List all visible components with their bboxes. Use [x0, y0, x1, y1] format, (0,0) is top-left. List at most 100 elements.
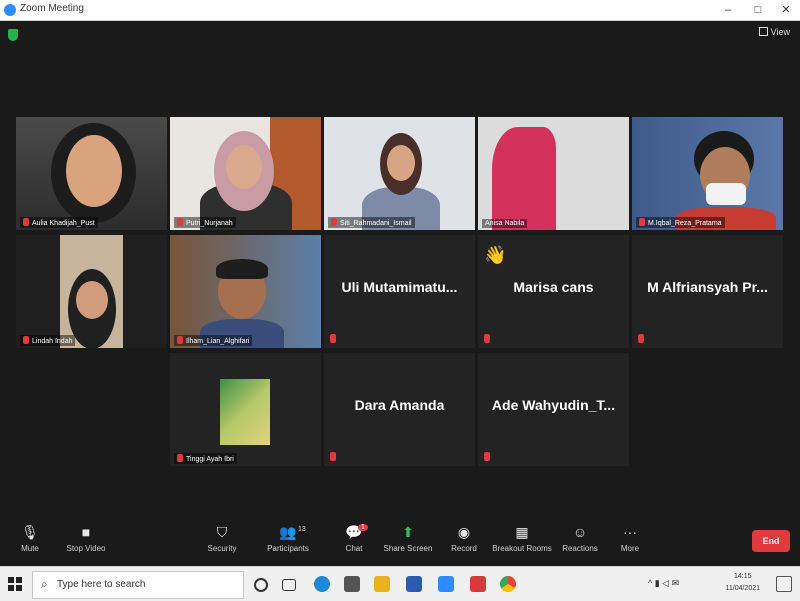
search-placeholder: Type here to search — [57, 579, 146, 590]
security-label: Security — [207, 544, 237, 553]
participant-name-label: Putri_Nurjanah — [174, 217, 236, 228]
chat-button[interactable]: 💬 Chat 1 — [324, 524, 384, 553]
profile-picture — [220, 379, 270, 445]
mic-muted-icon — [638, 334, 644, 343]
participant-name: M.Iqbal_Reza_Pratama — [648, 220, 722, 227]
stop-video-button[interactable]: ■ Stop Video — [56, 524, 116, 553]
microphone-icon: 🎙 — [21, 524, 39, 540]
participant-name: M Alfriansyah Pr... — [647, 279, 768, 295]
video-camera-icon: ■ — [81, 524, 91, 540]
file-explorer-icon[interactable] — [374, 576, 390, 592]
mic-muted-icon — [484, 452, 490, 461]
chat-unread-badge: 1 — [358, 524, 368, 531]
breakout-rooms-button[interactable]: ▦ Breakout Rooms — [492, 524, 552, 553]
participants-button[interactable]: 👥 Participants 13 — [258, 524, 318, 553]
mail-icon[interactable] — [344, 576, 360, 592]
taskbar-search-input[interactable]: ⌕ Type here to search — [32, 571, 244, 599]
end-meeting-button[interactable]: End — [752, 530, 790, 552]
task-view-icon[interactable] — [282, 579, 296, 591]
more-button[interactable]: ··· More — [600, 524, 660, 553]
participant-name: Dara Amanda — [354, 397, 445, 413]
participant-name: Ade Wahyudin_T... — [491, 397, 616, 413]
participant-name: Putri_Nurjanah — [186, 220, 233, 227]
grid-view-icon — [758, 27, 768, 36]
participant-name-label: Lindah Indah — [20, 335, 76, 346]
participant-tile[interactable]: Aulia Khadijah_Pust — [16, 117, 167, 230]
clock-time: 14:15 — [733, 573, 752, 580]
participant-name: Siti_Rahmadani_Ismail — [340, 220, 412, 227]
stop-video-label: Stop Video — [66, 544, 106, 553]
face-shape — [387, 145, 415, 181]
word-icon[interactable] — [406, 576, 422, 592]
mic-muted-icon — [484, 334, 490, 343]
participant-name: Ilham_Lian_Alghifari — [186, 338, 250, 345]
mic-muted-icon — [23, 218, 29, 226]
cortana-icon[interactable] — [254, 578, 268, 592]
participant-tile[interactable]: M Alfriansyah Pr... — [632, 235, 783, 348]
breakout-rooms-icon: ▦ — [515, 524, 529, 540]
encryption-shield-icon[interactable] — [8, 29, 18, 41]
share-screen-label: Share Screen — [383, 544, 433, 553]
notifications-icon[interactable] — [776, 576, 792, 592]
participant-name-label: M.Iqbal_Reza_Pratama — [636, 217, 725, 228]
record-button[interactable]: ◉ Record — [434, 524, 494, 553]
participant-name-label: Tinggi Ayah Ibri — [174, 453, 237, 464]
mic-muted-icon — [331, 218, 337, 226]
mic-muted-icon — [23, 336, 29, 344]
participant-tile[interactable]: M.Iqbal_Reza_Pratama — [632, 117, 783, 230]
mute-button[interactable]: 🎙 Mute — [0, 524, 60, 553]
participant-name-label: Ilham_Lian_Alghifari — [174, 335, 253, 346]
windows-start-icon[interactable] — [8, 577, 22, 591]
share-screen-button[interactable]: ⬆ Share Screen — [378, 524, 438, 553]
window-title-bar: Zoom Meeting – □ ✕ — [0, 0, 800, 21]
participant-tile[interactable]: Tinggi Ayah Ibri — [170, 353, 321, 466]
participant-name: Anisa Nabila — [485, 220, 525, 227]
window-title: Zoom Meeting — [20, 3, 84, 14]
more-label: More — [620, 544, 640, 553]
participant-name: Uli Mutamimatu... — [341, 279, 458, 295]
participant-tile[interactable]: 👋 Marisa cans — [478, 235, 629, 348]
record-icon: ◉ — [457, 524, 471, 540]
share-screen-icon: ⬆ — [402, 524, 414, 540]
breakout-rooms-label: Breakout Rooms — [492, 544, 552, 553]
participants-count: 13 — [298, 526, 306, 533]
chrome-icon[interactable] — [500, 576, 516, 592]
participant-name-label: Siti_Rahmadani_Ismail — [328, 217, 415, 228]
participant-tile[interactable]: Uli Mutamimatu... — [324, 235, 475, 348]
meeting-toolbar: 🎙 Mute ■ Stop Video ⛉ Security 👥 Participant… — [0, 520, 800, 566]
security-shield-icon: ⛉ — [216, 524, 228, 540]
participant-name-label: Anisa Nabila — [482, 219, 528, 228]
zoom-taskbar-icon[interactable] — [438, 576, 454, 592]
raise-hand-icon: 👋 — [484, 245, 507, 265]
chat-label: Chat — [345, 544, 363, 553]
security-button[interactable]: ⛉ Security — [192, 524, 252, 553]
face-shape — [76, 281, 108, 319]
participant-tile[interactable]: Ilham_Lian_Alghifari — [170, 235, 321, 348]
mic-muted-icon — [330, 452, 336, 461]
participant-tile[interactable]: Ade Wahyudin_T... — [478, 353, 629, 466]
participant-tile[interactable]: Siti_Rahmadani_Ismail — [324, 117, 475, 230]
view-label: View — [770, 27, 790, 37]
search-icon: ⌕ — [41, 577, 48, 591]
participant-tile[interactable]: Dara Amanda — [324, 353, 475, 466]
more-dots-icon: ··· — [623, 524, 637, 540]
participant-tile[interactable]: Anisa Nabila — [478, 117, 629, 230]
participant-name-label: Aulia Khadijah_Pust — [20, 217, 98, 228]
mic-muted-icon — [177, 454, 183, 462]
body-shape — [492, 127, 556, 230]
close-button[interactable]: ✕ — [768, 0, 800, 20]
edge-browser-icon[interactable] — [314, 576, 330, 592]
windows-taskbar: ⌕ Type here to search ^ ▮ ◁ ✉ 14:15 11/0… — [0, 566, 800, 601]
view-button[interactable]: View — [758, 27, 790, 37]
participant-name: Lindah Indah — [32, 338, 73, 345]
face-shape — [66, 135, 122, 207]
face-shape — [226, 145, 262, 189]
system-tray-icons[interactable]: ^ ▮ ◁ ✉ — [648, 578, 679, 589]
participant-tile[interactable]: Lindah Indah — [16, 235, 167, 348]
taskbar-clock[interactable]: 14:15 11/04/2021 — [725, 571, 760, 595]
participant-tile[interactable]: Putri_Nurjanah — [170, 117, 321, 230]
app-taskbar-icon[interactable] — [470, 576, 486, 592]
participant-name: Tinggi Ayah Ibri — [186, 456, 234, 463]
mic-muted-icon — [177, 218, 183, 226]
chat-bubble-icon: 💬 — [345, 524, 363, 540]
